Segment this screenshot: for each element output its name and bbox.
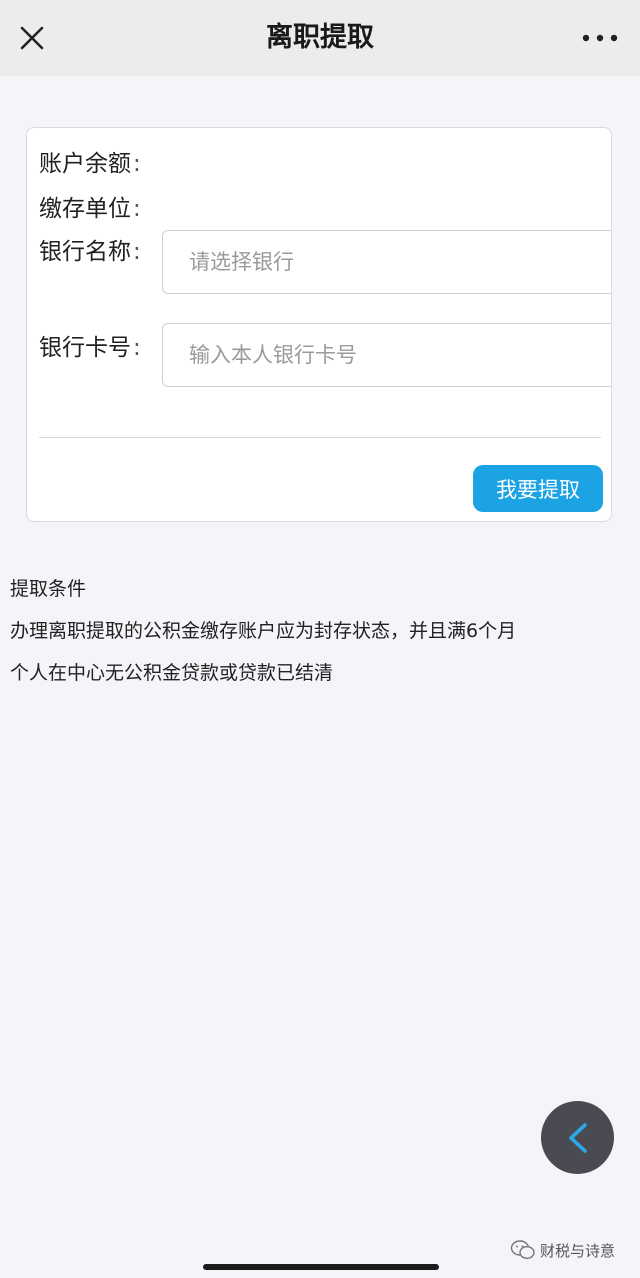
withdraw-button[interactable]: 我要提取	[473, 465, 603, 512]
watermark-text: 财税与诗意	[540, 1241, 616, 1260]
card-label: 银行卡号	[39, 335, 131, 361]
condition-line-2: 个人在中心无公积金贷款或贷款已结清	[10, 662, 334, 684]
bank-card-number-input[interactable]	[162, 323, 611, 387]
form-divider	[39, 437, 601, 438]
withdrawal-conditions: 提取条件 办理离职提取的公积金缴存账户应为封存状态，并且满6个月 个人在中心无公…	[10, 568, 630, 694]
card-row-label: 银行卡号:	[39, 328, 141, 362]
close-button[interactable]	[12, 18, 52, 58]
close-icon	[20, 26, 44, 50]
back-floating-button[interactable]	[541, 1101, 614, 1174]
balance-row-label: 账户余额:	[39, 144, 141, 178]
home-indicator	[203, 1264, 439, 1270]
wechat-icon	[510, 1240, 535, 1260]
employer-row-label: 缴存单位:	[39, 189, 141, 223]
condition-line-1: 办理离职提取的公积金缴存账户应为封存状态，并且满6个月	[10, 620, 517, 642]
more-dots-icon	[582, 34, 618, 42]
conditions-title: 提取条件	[10, 578, 87, 600]
bank-select-input[interactable]	[162, 230, 611, 294]
bank-label: 银行名称	[39, 239, 131, 265]
watermark: 财税与诗意	[510, 1238, 615, 1262]
card-colon: :	[133, 335, 141, 361]
bank-row-label: 银行名称:	[39, 232, 141, 266]
balance-label: 账户余额	[39, 151, 131, 177]
chevron-left-icon	[569, 1123, 587, 1153]
withdrawal-form-card: 账户余额: 缴存单位: 银行名称: 银行卡号: 我要提取	[26, 127, 612, 522]
page-title: 离职提取	[266, 22, 374, 53]
more-button[interactable]	[576, 22, 624, 54]
employer-label: 缴存单位	[39, 196, 131, 222]
bank-colon: :	[133, 239, 141, 265]
nav-bar: 离职提取	[0, 0, 640, 76]
employer-colon: :	[133, 196, 141, 222]
balance-colon: :	[133, 151, 141, 177]
